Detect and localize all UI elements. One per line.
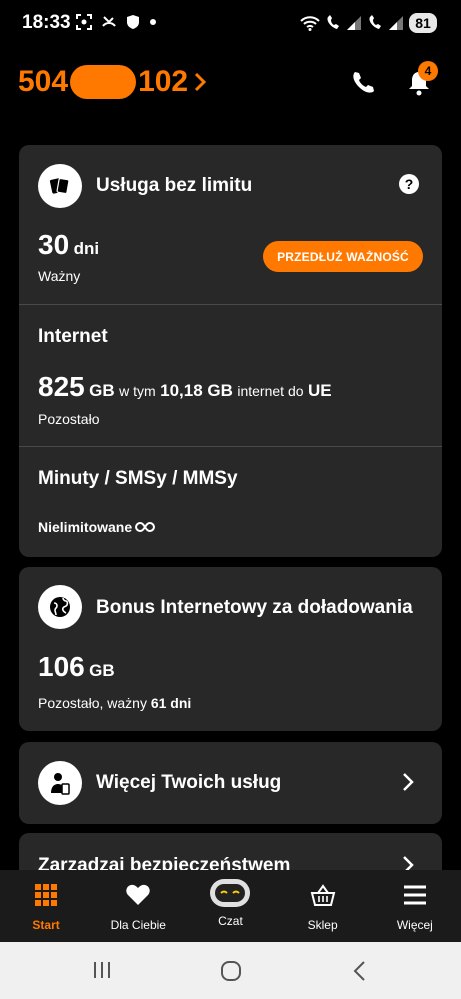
nav-item-dla-ciebie[interactable]: Dla Ciebie: [92, 870, 184, 942]
infinity-icon: [135, 521, 156, 533]
grid-icon: [35, 884, 58, 906]
wifi-call-icon: [327, 15, 339, 29]
days-value: 30: [38, 229, 70, 260]
bonus-remaining: Pozostało, ważny 61 dni: [38, 695, 191, 711]
validity-days: 30 dni: [38, 229, 99, 261]
internet-eu-value: 10,18 GB: [160, 381, 233, 400]
minutes-title: Minuty / SMSy / MMSy: [38, 468, 238, 489]
minutes-value: Nielimitowane: [38, 519, 133, 535]
battery-indicator: 81: [409, 13, 437, 33]
chevron-right-icon: [403, 856, 414, 870]
nav-item-czat[interactable]: Czat: [184, 870, 276, 942]
nav-label-wiecej: Więcej: [396, 918, 433, 932]
phone-number-selector[interactable]: 504 102: [18, 65, 207, 99]
wifi-icon: [300, 16, 320, 31]
menu-icon: [403, 885, 426, 905]
basket-icon: [310, 884, 335, 906]
home-icon[interactable]: [220, 960, 242, 982]
dot-icon: [150, 19, 156, 25]
nav-item-start[interactable]: Start: [0, 870, 92, 942]
nav-label-dla-ciebie: Dla Ciebie: [110, 918, 166, 932]
signal-2-icon: [389, 16, 403, 30]
nav-label-czat: Czat: [218, 914, 243, 928]
security-card[interactable]: Zarządzaj bezpieczeństwem: [19, 833, 442, 870]
internet-title: Internet: [38, 326, 108, 347]
internet-in-text: w tym: [119, 383, 156, 399]
nav-item-sklep[interactable]: Sklep: [277, 870, 369, 942]
bonus-icon: [38, 585, 82, 629]
service-title: Usługa bez limitu: [96, 175, 253, 196]
service-card: Usługa bez limitu ? 30 dni Ważny PRZEDŁU…: [19, 145, 442, 557]
status-icons-right: 81: [300, 13, 437, 33]
help-icon[interactable]: ?: [398, 173, 420, 195]
bonus-valid-days: 61 dni: [150, 695, 192, 711]
nav-label-sklep: Sklep: [307, 918, 338, 932]
more-services-card[interactable]: Więcej Twoich usług: [19, 742, 442, 824]
header: 504 102: [0, 56, 461, 112]
days-unit: dni: [73, 239, 100, 258]
internet-remaining-label: Pozostało: [38, 411, 100, 427]
status-icons-left: [76, 14, 157, 30]
content-scroll[interactable]: Usługa bez limitu ? 30 dni Ważny PRZEDŁU…: [0, 112, 461, 870]
missed-call-icon: [102, 16, 116, 27]
internet-balance: 825 GB w tym 10,18 GB internet do UE: [38, 371, 332, 403]
wifi-call-2-icon: [369, 15, 381, 29]
bonus-unit: GB: [89, 661, 115, 680]
recent-apps-icon[interactable]: [92, 961, 112, 979]
bottom-nav: Start Dla Ciebie Czat Sklep Więcej: [0, 870, 461, 942]
svg-text:?: ?: [405, 176, 414, 192]
divider: [19, 304, 442, 305]
chevron-right-icon: [403, 773, 414, 791]
globe-icon: [50, 597, 70, 617]
nav-item-wiecej[interactable]: Więcej: [369, 870, 461, 942]
more-services-title: Więcej Twoich usług: [96, 772, 282, 793]
cards-icon: [49, 177, 70, 195]
security-title: Zarządzaj bezpieczeństwem: [38, 855, 291, 870]
internet-unit: GB: [89, 381, 115, 400]
user-device-icon: [51, 773, 70, 795]
internet-eu-text: internet do: [237, 383, 304, 399]
signal-icon: [347, 16, 361, 30]
phone-number-mask: [70, 65, 137, 99]
more-services-icon: [38, 761, 82, 805]
internet-eu-region: UE: [307, 381, 332, 400]
system-nav-bar: [0, 942, 461, 999]
bonus-balance: 106 GB: [38, 651, 115, 683]
notification-badge: 4: [418, 61, 438, 81]
validity-label: Ważny: [38, 268, 81, 284]
bonus-remaining-label: Pozostało, ważny: [38, 695, 147, 711]
service-icon: [38, 164, 82, 208]
bonus-value: 106: [38, 651, 85, 682]
bonus-title: Bonus Internetowy za doładowania: [96, 597, 413, 618]
phone-icon[interactable]: [348, 68, 378, 98]
screenshot-icon: [76, 14, 92, 30]
back-icon[interactable]: [352, 960, 366, 982]
phone-number-prefix: 504: [18, 65, 69, 98]
divider: [19, 446, 442, 447]
chevron-right-icon: [195, 72, 207, 92]
shield-icon: [127, 15, 139, 29]
status-bar: 18:33 81: [0, 0, 461, 46]
internet-value: 825: [38, 371, 85, 402]
extend-validity-button[interactable]: PRZEDŁUŻ WAŻNOŚĆ: [263, 241, 423, 272]
nav-label-start: Start: [32, 918, 60, 932]
status-time: 18:33: [22, 12, 71, 33]
heart-icon: [126, 884, 150, 905]
bonus-card: Bonus Internetowy za doładowania 106 GB …: [19, 567, 442, 731]
robot-icon: [210, 879, 251, 907]
phone-number-suffix: 102: [138, 65, 189, 98]
minutes-balance: Nielimitowane: [38, 519, 156, 535]
